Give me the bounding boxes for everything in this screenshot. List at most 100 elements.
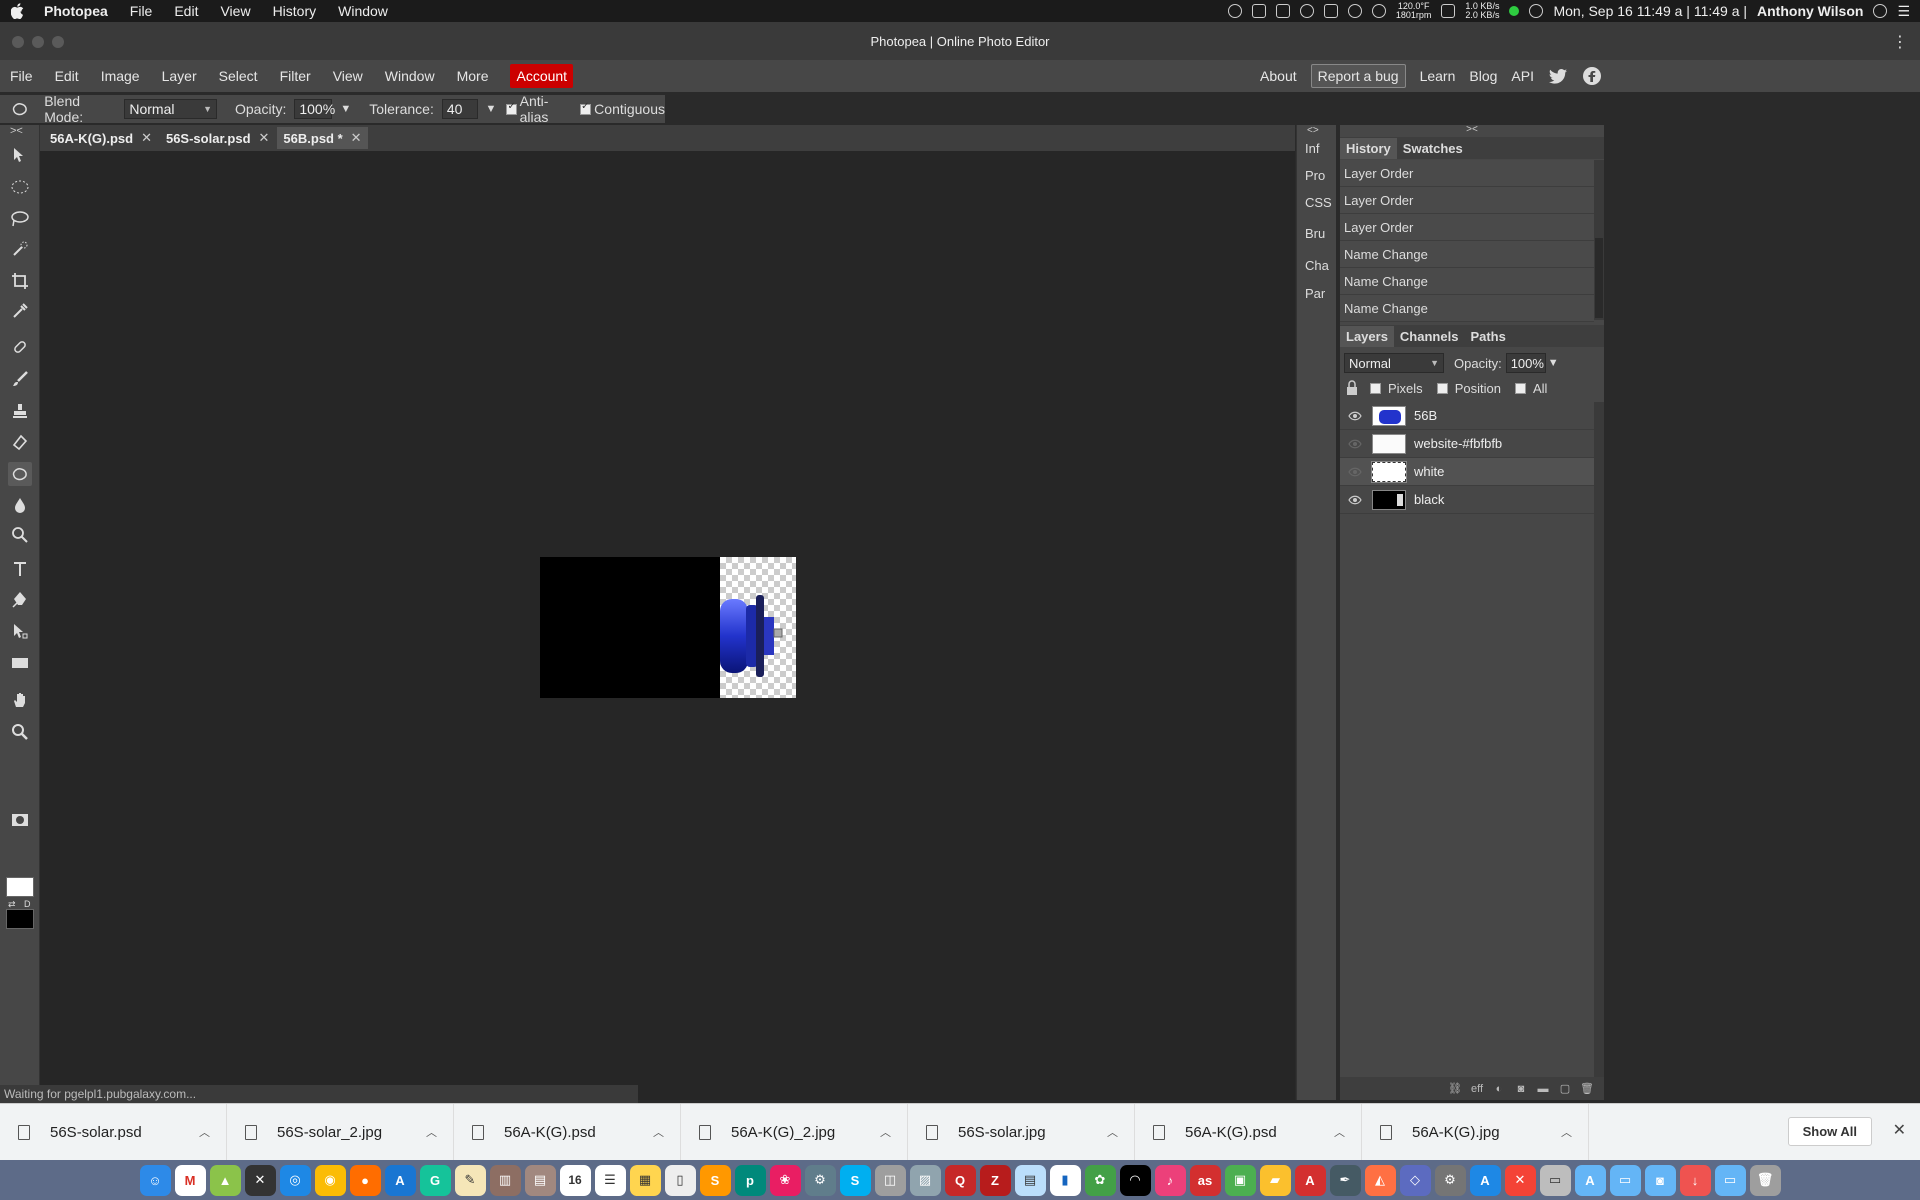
history-item[interactable]: Layer Order <box>1340 160 1594 187</box>
fan-icon[interactable] <box>1371 4 1386 18</box>
move-tool-icon[interactable] <box>8 143 32 167</box>
eye-hidden-icon[interactable] <box>1346 465 1364 479</box>
collapse-side-panel-icon[interactable]: >< <box>1340 125 1604 135</box>
blur-tool-icon[interactable] <box>8 493 32 517</box>
link-layers-icon[interactable]: ⛓ <box>1448 1082 1462 1096</box>
menu-select[interactable]: Select <box>219 68 258 84</box>
acrobat-icon[interactable]: A <box>1294 1164 1326 1196</box>
screenshot-icon[interactable]: ◫ <box>874 1164 906 1196</box>
layer-row[interactable]: white <box>1340 458 1594 486</box>
drive-icon[interactable]: ▭ <box>1539 1164 1571 1196</box>
lock-all-checkbox[interactable] <box>1514 382 1526 394</box>
opacity-slider-toggle-icon[interactable]: ▼ <box>340 103 351 115</box>
quicktime-icon[interactable]: Q <box>944 1164 976 1196</box>
history-item[interactable]: Layer Order <box>1340 214 1594 241</box>
skype-icon[interactable]: S <box>839 1164 871 1196</box>
mouse-icon[interactable] <box>1347 4 1362 18</box>
sponge-tool-button-icon[interactable] <box>8 462 32 486</box>
layer-opacity-input[interactable]: 100% <box>1505 353 1546 373</box>
panel-character-button[interactable]: Cha <box>1305 258 1329 273</box>
crop-tool-icon[interactable] <box>8 269 32 293</box>
more-vertical-icon[interactable]: ⋮ <box>1892 32 1908 52</box>
tab-layers[interactable]: Layers <box>1340 325 1394 347</box>
app-store-2-icon[interactable]: A <box>1469 1164 1501 1196</box>
account-button[interactable]: Account <box>510 64 574 88</box>
clock[interactable]: Mon, Sep 16 11:49 a | 11:49 a | <box>1553 3 1747 19</box>
close-icon[interactable]: ✕ <box>1893 1120 1906 1140</box>
learn-link[interactable]: Learn <box>1420 68 1456 84</box>
reminders-icon[interactable]: ☰ <box>594 1164 626 1196</box>
type-tool-icon[interactable] <box>8 557 32 581</box>
layer-row[interactable]: website-#fbfbfb <box>1340 430 1594 458</box>
panel-css-button[interactable]: CSS <box>1305 195 1332 210</box>
download-item[interactable]: 56A-K(G).psd ︿ <box>454 1103 681 1161</box>
numbers-icon[interactable]: ▮ <box>1049 1164 1081 1196</box>
background-color-swatch[interactable] <box>6 909 34 929</box>
download-item[interactable]: 56A-K(G).jpg ︿ <box>1362 1103 1589 1161</box>
download-item[interactable]: 56S-solar.psd ︿ <box>0 1103 227 1161</box>
mac-menu-file[interactable]: File <box>130 3 153 19</box>
trash-icon[interactable]: 🗑 <box>1749 1164 1781 1196</box>
path-selection-tool-icon[interactable] <box>8 619 32 643</box>
temp-readout[interactable]: 120.0°F 1801rpm <box>1396 2 1432 20</box>
gmail-icon[interactable]: M <box>174 1164 206 1196</box>
card-icon[interactable] <box>1275 4 1290 18</box>
clone-stamp-tool-icon[interactable] <box>8 399 32 423</box>
close-window-button[interactable] <box>12 36 24 48</box>
menu-view[interactable]: View <box>333 68 363 84</box>
expand-panels-icon[interactable]: <> <box>1307 125 1319 136</box>
history-item[interactable]: Layer Order <box>1340 187 1594 214</box>
chevron-up-icon[interactable]: ︿ <box>426 1124 437 1140</box>
marquee-tool-icon[interactable] <box>8 175 32 199</box>
lock-position-checkbox[interactable] <box>1436 382 1448 394</box>
mac-menu-view[interactable]: View <box>220 3 250 19</box>
adjustment-layer-icon[interactable]: ◐ <box>1492 1082 1506 1096</box>
download-item[interactable]: 56S-solar.jpg ︿ <box>908 1103 1135 1161</box>
menu-edit[interactable]: Edit <box>55 68 79 84</box>
contiguous-option[interactable]: Contiguous <box>580 101 665 117</box>
virtualbox-icon[interactable]: ◇ <box>1399 1164 1431 1196</box>
report-bug-button[interactable]: Report a bug <box>1310 64 1406 88</box>
notification-list-icon[interactable]: ☰ <box>1897 3 1910 20</box>
layer-blend-select[interactable]: Normal ▼ <box>1344 353 1444 373</box>
blend-mode-select[interactable]: Normal ▼ <box>124 99 217 119</box>
history-scroll-thumb[interactable] <box>1595 238 1603 318</box>
applications-folder-icon[interactable]: A <box>1574 1164 1606 1196</box>
pictures-folder-icon[interactable]: ◙ <box>1644 1164 1676 1196</box>
rectangle-tool-icon[interactable] <box>8 651 32 675</box>
brush-tool-icon[interactable] <box>8 367 32 391</box>
finder-icon[interactable]: ☺ <box>139 1164 171 1196</box>
panel-info-button[interactable]: Inf <box>1305 141 1319 156</box>
history-item[interactable]: Name Change <box>1340 295 1594 322</box>
close-icon[interactable]: ✕ <box>259 130 270 146</box>
panel-brush-button[interactable]: Bru <box>1305 226 1325 241</box>
chevron-up-icon[interactable]: ︿ <box>880 1124 891 1140</box>
user-icon[interactable] <box>1873 4 1888 18</box>
add-mask-icon[interactable]: ◙ <box>1514 1082 1528 1096</box>
foreground-color-swatch[interactable] <box>6 877 34 897</box>
app-store-icon[interactable]: A <box>384 1164 416 1196</box>
menu-image[interactable]: Image <box>101 68 140 84</box>
layers-scrollbar[interactable] <box>1594 402 1604 1077</box>
eyedropper-tool-icon[interactable] <box>8 299 32 323</box>
menu-filter[interactable]: Filter <box>280 68 311 84</box>
healing-brush-tool-icon[interactable] <box>8 335 32 359</box>
tab-56s-solar-psd[interactable]: 56S-solar.psd ✕ <box>160 127 275 149</box>
book-icon[interactable]: ▥ <box>489 1164 521 1196</box>
show-all-downloads-button[interactable]: Show All <box>1787 1117 1872 1146</box>
android-icon[interactable]: ▲ <box>209 1164 241 1196</box>
collapse-toolbar-icon[interactable]: >< <box>10 125 23 137</box>
new-group-icon[interactable]: ▬ <box>1536 1082 1550 1096</box>
tab-paths[interactable]: Paths <box>1464 326 1511 347</box>
panel-paragraph-button[interactable]: Par <box>1305 286 1325 301</box>
pen-app-icon[interactable]: ✒ <box>1329 1164 1361 1196</box>
system-preferences-icon[interactable]: ⚙ <box>1434 1164 1466 1196</box>
new-layer-icon[interactable]: ▢ <box>1558 1082 1572 1096</box>
photopea-icon[interactable]: p <box>734 1164 766 1196</box>
quick-mask-icon[interactable] <box>8 808 32 832</box>
git-icon[interactable]: ✕ <box>1504 1164 1536 1196</box>
chevron-up-icon[interactable]: ︿ <box>1561 1124 1572 1140</box>
cloud-icon[interactable] <box>1299 4 1314 18</box>
canvas-area[interactable] <box>40 151 1295 1100</box>
network-utility-icon[interactable]: ⚙ <box>804 1164 836 1196</box>
